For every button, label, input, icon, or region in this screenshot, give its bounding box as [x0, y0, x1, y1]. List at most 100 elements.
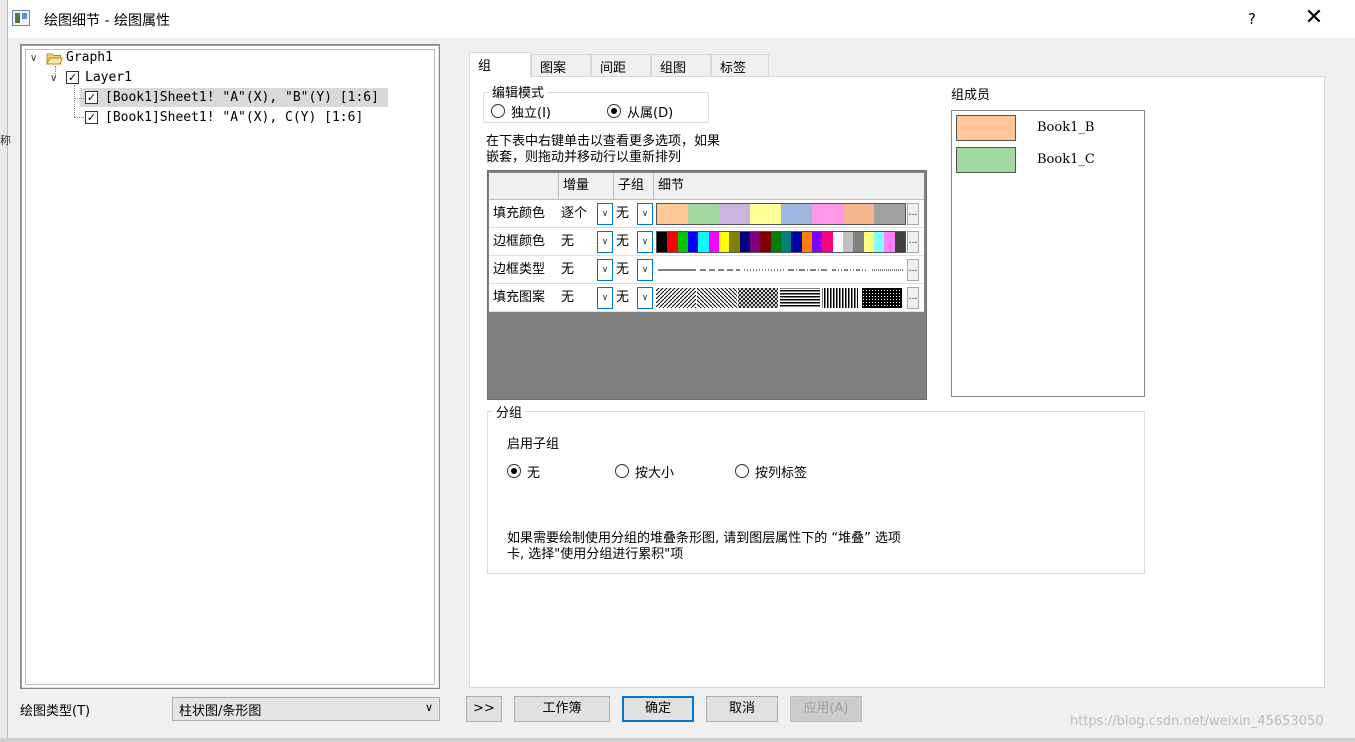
radio-subgroup-none[interactable]	[507, 464, 521, 478]
radio-subgroup-none-label[interactable]: 无	[527, 462, 540, 481]
group-members-list[interactable]: Book1_B Book1_C	[951, 110, 1145, 397]
border-color-swatch	[657, 232, 668, 252]
tab-spacing[interactable]: 间距	[591, 54, 651, 76]
increment-dropdown[interactable]: ∨	[597, 259, 613, 281]
subgroup-dropdown[interactable]: ∨	[637, 203, 653, 225]
border-color-swatch	[749, 232, 761, 252]
increment-dropdown[interactable]: ∨	[597, 287, 613, 309]
plot-checkbox[interactable]: ✓	[85, 91, 98, 104]
tab-group-plot[interactable]: 组图	[651, 54, 711, 76]
apply-button[interactable]: 应用(A)	[790, 696, 862, 722]
tree-plot-item[interactable]: [Book1]Sheet1! "A"(X), C(Y) [1:6]	[105, 110, 363, 125]
plot-checkbox[interactable]: ✓	[85, 111, 98, 124]
fill-pattern-more-button[interactable]: ...	[907, 287, 919, 309]
row-subgroup-value[interactable]: 无	[612, 200, 629, 227]
border-color-swatches[interactable]	[656, 231, 906, 253]
folder-icon	[46, 52, 64, 65]
close-button[interactable]: ✕	[1292, 4, 1336, 34]
tree-connector	[74, 85, 75, 117]
tab-label[interactable]: 标签	[711, 54, 769, 76]
border-color-swatch	[853, 232, 864, 252]
grid-header-increment[interactable]: 增量	[559, 173, 614, 200]
cancel-button[interactable]: 取消	[706, 696, 778, 722]
plot-tree-frame	[25, 49, 435, 685]
chevron-down-icon[interactable]: ∨	[30, 53, 37, 64]
tree-plot-item[interactable]: [Book1]Sheet1! "A"(X), "B"(Y) [1:6]	[105, 90, 379, 105]
border-color-swatch	[729, 232, 740, 252]
row-increment-value[interactable]: 无	[557, 284, 574, 311]
radio-independent-label[interactable]: 独立(I)	[511, 102, 551, 121]
ok-button[interactable]: 确定	[622, 696, 694, 722]
app-icon	[12, 10, 30, 26]
watermark: https://blog.csdn.net/weixin_45653050	[1070, 714, 1324, 729]
subgroup-dropdown[interactable]: ∨	[637, 231, 653, 253]
help-button[interactable]: ?	[1230, 4, 1274, 34]
border-color-swatch	[770, 232, 781, 252]
row-subgroup-value[interactable]: 无	[612, 228, 629, 255]
border-color-swatch	[698, 232, 709, 252]
border-color-swatch	[760, 232, 771, 252]
increment-dropdown[interactable]: ∨	[597, 203, 613, 225]
fill-color-swatch	[843, 204, 874, 224]
member-name[interactable]: Book1_B	[1037, 120, 1094, 135]
border-color-swatch	[842, 232, 854, 252]
border-color-more-button[interactable]: ...	[907, 231, 919, 253]
layer-checkbox[interactable]: ✓	[66, 71, 79, 84]
workbook-button[interactable]: 工作簿	[514, 696, 610, 722]
tree-connector	[74, 98, 84, 99]
row-subgroup-value[interactable]: 无	[612, 256, 629, 283]
row-subgroup-value[interactable]: 无	[612, 284, 629, 311]
row-increment-value[interactable]: 无	[557, 256, 574, 283]
member-name[interactable]: Book1_C	[1037, 152, 1095, 167]
row-increment-value[interactable]: 逐个	[557, 200, 587, 227]
radio-dependent-label[interactable]: 从属(D)	[627, 102, 673, 121]
border-type-more-button[interactable]: ...	[907, 259, 919, 281]
chevron-down-icon: ∨	[424, 701, 433, 714]
radio-subgroup-by-label-label[interactable]: 按列标签	[755, 462, 807, 481]
fill-color-swatch	[657, 204, 688, 224]
expand-button[interactable]: >>	[466, 696, 502, 722]
grid-row-fill-color[interactable]: 填充颜色 逐个 ∨ 无 ∨ ...	[489, 200, 924, 228]
enable-subgroup-label: 启用子组	[507, 437, 560, 452]
plot-type-value: 柱状图/条形图	[179, 704, 262, 719]
plot-type-select[interactable]: 柱状图/条形图 ∨	[172, 697, 440, 721]
grid-row-border-type[interactable]: 边框类型 无 ∨ 无 ∨ ...	[489, 256, 924, 284]
instruction-line-2: 嵌套，则拖动并移动行以重新排列	[486, 150, 682, 165]
pattern-strip[interactable]	[656, 287, 906, 309]
row-increment-value[interactable]: 无	[557, 228, 574, 255]
border-color-swatch	[801, 232, 812, 252]
border-color-swatch	[667, 232, 678, 252]
grid-row-fill-pattern[interactable]: 填充图案 无 ∨ 无 ∨ ...	[489, 284, 924, 312]
member-color-swatch	[956, 147, 1016, 173]
subgroup-dropdown[interactable]: ∨	[637, 287, 653, 309]
grouping-title: 分组	[493, 402, 526, 421]
tree-layer[interactable]: Layer1	[85, 70, 132, 85]
fill-color-swatch	[874, 204, 905, 224]
window-title: 绘图细节 - 绘图属性	[44, 13, 170, 29]
increment-dropdown[interactable]: ∨	[597, 231, 613, 253]
radio-independent[interactable]	[491, 104, 505, 118]
border-color-swatch	[718, 232, 730, 252]
chevron-down-icon[interactable]: ∨	[50, 73, 57, 84]
fill-color-swatches[interactable]	[656, 203, 906, 225]
radio-subgroup-by-label[interactable]	[735, 464, 749, 478]
radio-subgroup-by-size-label[interactable]: 按大小	[635, 462, 674, 481]
border-color-swatch	[894, 232, 905, 252]
line-style-strip[interactable]	[656, 259, 906, 281]
tab-pattern[interactable]: 图案	[531, 54, 591, 76]
row-name: 边框类型	[493, 262, 546, 277]
grid-header-detail[interactable]: 细节	[654, 173, 924, 200]
plot-tree[interactable]	[20, 44, 440, 689]
radio-subgroup-by-size[interactable]	[615, 464, 629, 478]
fill-color-swatch	[781, 204, 812, 224]
tree-root-graph[interactable]: Graph1	[66, 50, 113, 65]
border-color-swatch	[811, 232, 823, 252]
grid-row-border-color[interactable]: 边框颜色 无 ∨ 无 ∨ ...	[489, 228, 924, 256]
fill-color-more-button[interactable]: ...	[907, 203, 919, 225]
subgroup-dropdown[interactable]: ∨	[637, 259, 653, 281]
row-name: 填充图案	[493, 290, 546, 305]
radio-dependent[interactable]	[607, 104, 621, 118]
grouping-note-line-2: 卡, 选择"使用分组进行累积"项	[507, 547, 684, 562]
tab-group[interactable]: 组	[469, 52, 531, 78]
grid-header-subgroup[interactable]: 子组	[614, 173, 654, 200]
